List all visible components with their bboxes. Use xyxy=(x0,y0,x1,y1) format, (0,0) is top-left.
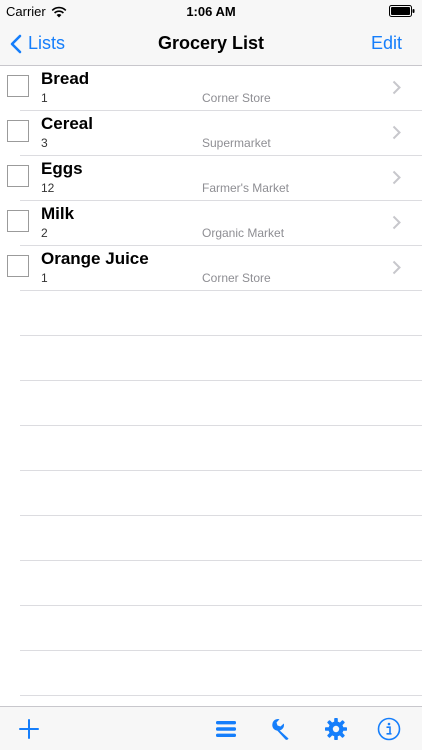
battery-icon xyxy=(389,5,415,17)
empty-row xyxy=(0,606,422,651)
gear-icon xyxy=(325,718,347,740)
item-name: Milk xyxy=(41,204,75,223)
list-item[interactable]: Orange Juice 1 Corner Store xyxy=(0,246,422,291)
plus-icon xyxy=(19,719,39,739)
item-quantity: 12 xyxy=(41,181,55,195)
item-store: Corner Store xyxy=(202,271,271,285)
empty-row xyxy=(0,381,422,426)
list-item[interactable]: Bread 1 Corner Store xyxy=(0,66,422,111)
item-quantity: 1 xyxy=(41,91,48,105)
list-menu-button[interactable] xyxy=(214,717,238,741)
item-checkbox[interactable] xyxy=(7,75,29,97)
empty-row xyxy=(0,516,422,561)
list-item[interactable]: Cereal 3 Supermarket xyxy=(0,111,422,156)
list-item[interactable]: Milk 2 Organic Market xyxy=(0,201,422,246)
info-button[interactable] xyxy=(377,717,401,741)
chevron-right-icon xyxy=(392,260,401,275)
tools-button[interactable] xyxy=(269,717,293,741)
item-store: Supermarket xyxy=(202,136,271,150)
item-checkbox[interactable] xyxy=(7,210,29,232)
chevron-right-icon xyxy=(392,215,401,230)
empty-row xyxy=(0,336,422,381)
status-bar: Carrier 1:06 AM xyxy=(0,0,422,22)
item-checkbox[interactable] xyxy=(7,165,29,187)
item-store: Corner Store xyxy=(202,91,271,105)
page-title: Grocery List xyxy=(157,33,265,53)
navigation-bar: Lists Grocery List Edit xyxy=(0,22,422,66)
chevron-right-icon xyxy=(392,170,401,185)
settings-button[interactable] xyxy=(324,717,348,741)
item-quantity: 3 xyxy=(41,136,48,150)
empty-row xyxy=(0,651,422,696)
item-quantity: 1 xyxy=(41,271,48,285)
bottom-toolbar xyxy=(0,706,422,750)
item-name: Orange Juice xyxy=(41,249,149,268)
item-name: Cereal xyxy=(41,114,93,133)
empty-row xyxy=(0,471,422,516)
item-name: Bread xyxy=(41,69,90,88)
info-icon xyxy=(377,717,401,741)
grocery-list: Bread 1 Corner Store Cereal 3 Supermarke… xyxy=(0,66,422,696)
empty-row xyxy=(0,291,422,336)
chevron-right-icon xyxy=(392,80,401,95)
add-item-button[interactable] xyxy=(17,717,41,741)
chevron-right-icon xyxy=(392,125,401,140)
empty-row xyxy=(0,561,422,606)
wrench-icon xyxy=(272,718,289,740)
list-item[interactable]: Eggs 12 Farmer's Market xyxy=(0,156,422,201)
item-store: Farmer's Market xyxy=(202,181,289,195)
item-quantity: 2 xyxy=(41,226,48,240)
edit-button[interactable]: Edit xyxy=(371,33,402,54)
list-icon xyxy=(216,721,236,737)
empty-row xyxy=(0,426,422,471)
item-checkbox[interactable] xyxy=(7,120,29,142)
status-time: 1:06 AM xyxy=(186,4,236,19)
item-checkbox[interactable] xyxy=(7,255,29,277)
item-name: Eggs xyxy=(41,159,83,178)
item-store: Organic Market xyxy=(202,226,285,240)
